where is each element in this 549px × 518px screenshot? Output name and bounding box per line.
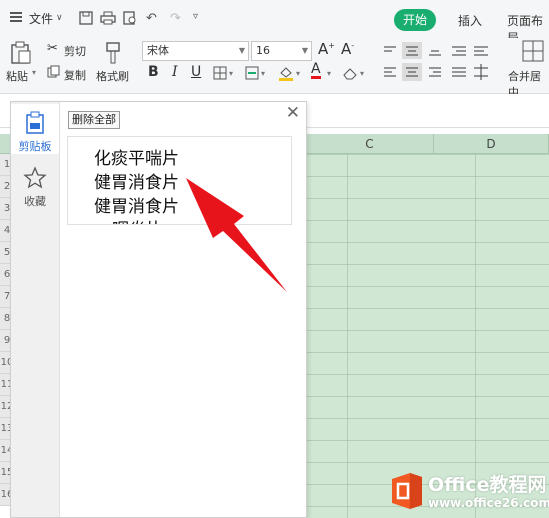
watermark-title: Office教程网 (428, 474, 547, 496)
watermark: Office教程网 www.office26.com (384, 467, 549, 518)
annotation-arrow (186, 178, 287, 292)
office-logo-icon (392, 473, 422, 509)
watermark-url: www.office26.com (428, 496, 549, 510)
